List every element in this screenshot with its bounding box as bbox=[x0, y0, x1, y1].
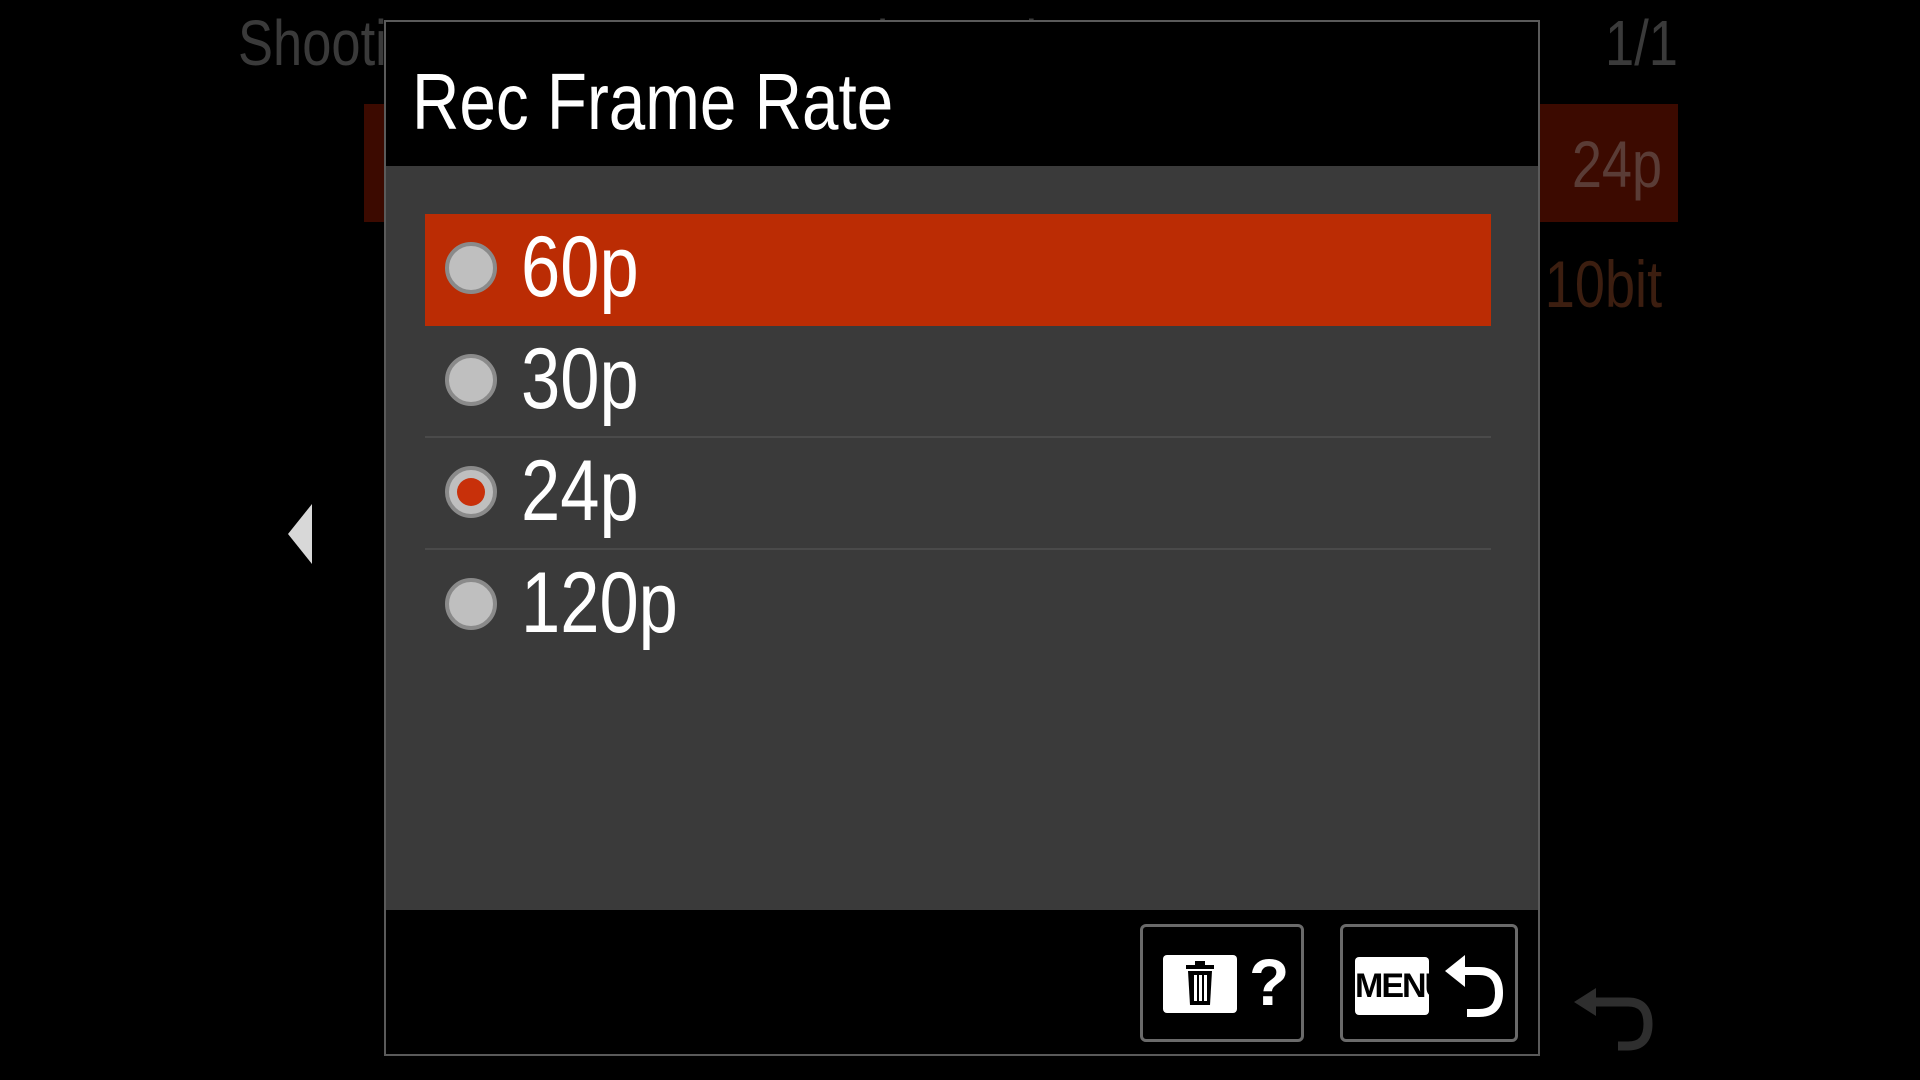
background-row-value-bit-depth: 10bit bbox=[1544, 247, 1662, 321]
option-label: 120p bbox=[521, 555, 678, 651]
left-arrow-icon[interactable] bbox=[288, 504, 312, 564]
dialog-footer: ? MENU bbox=[386, 910, 1538, 1054]
option-60p[interactable]: 60p bbox=[425, 214, 1491, 326]
return-arrow-icon bbox=[1445, 955, 1504, 1017]
radio-button-checked-icon bbox=[445, 466, 497, 518]
option-label: 30p bbox=[521, 331, 639, 427]
dialog-body: 60p 30p 24p 120p bbox=[386, 166, 1538, 910]
trash-icon bbox=[1163, 955, 1237, 1013]
radio-button-icon bbox=[445, 242, 497, 294]
help-button[interactable]: ? bbox=[1140, 924, 1304, 1042]
dialog-header: Rec Frame Rate bbox=[386, 22, 1538, 166]
background-return-icon bbox=[1574, 988, 1653, 1051]
option-120p[interactable]: 120p bbox=[425, 550, 1491, 660]
menu-back-button[interactable]: MENU bbox=[1340, 924, 1518, 1042]
option-24p[interactable]: 24p bbox=[425, 438, 1491, 550]
option-30p[interactable]: 30p bbox=[425, 326, 1491, 438]
menu-key-icon: MENU bbox=[1355, 957, 1429, 1015]
dialog-title: Rec Frame Rate bbox=[412, 57, 894, 146]
option-label: 24p bbox=[521, 443, 639, 539]
camera-screen: Shooting ... Camera ... Movie Setting 1/… bbox=[0, 0, 1920, 1080]
option-label: 60p bbox=[521, 219, 639, 315]
frame-rate-option-list: 60p 30p 24p 120p bbox=[425, 214, 1491, 660]
background-row-value-frame-rate: 24p bbox=[1571, 127, 1662, 201]
page-indicator: 1/1 bbox=[1605, 7, 1678, 79]
radio-button-icon bbox=[445, 354, 497, 406]
question-mark-icon: ? bbox=[1249, 945, 1290, 1019]
radio-button-icon bbox=[445, 578, 497, 630]
rec-frame-rate-dialog: Rec Frame Rate 60p 30p 24p 120p ? MEN bbox=[384, 20, 1540, 1056]
